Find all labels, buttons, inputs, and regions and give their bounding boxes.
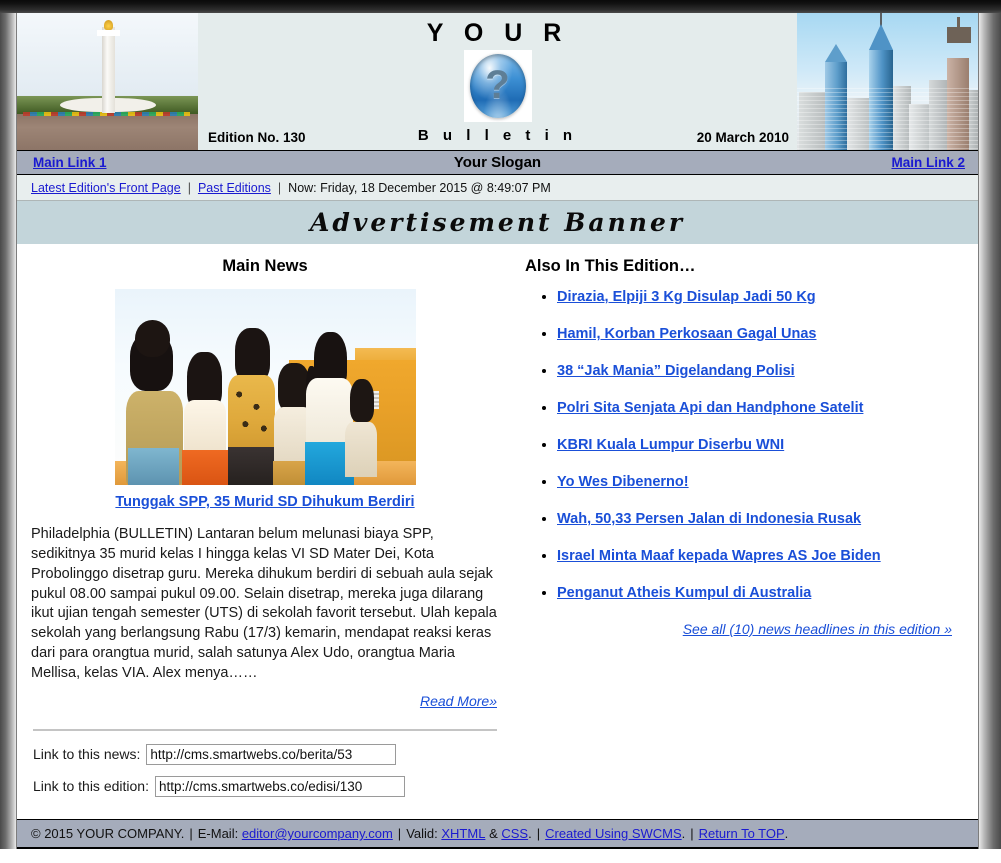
list-item: Dirazia, Elpiji 3 Kg Disulap Jadi 50 Kg xyxy=(557,288,962,306)
read-more-link[interactable]: Read More» xyxy=(420,693,497,709)
main-news-photo xyxy=(114,289,416,485)
footer-email-link[interactable]: editor@yourcompany.com xyxy=(242,826,393,841)
headline-link-7[interactable]: Wah, 50,33 Persen Jalan di Indonesia Rus… xyxy=(557,511,861,527)
footer-pipe-1: | xyxy=(189,826,193,841)
advertisement-banner[interactable]: Advertisement Banner xyxy=(17,201,978,245)
see-all-container: See all (10) news headlines in this edit… xyxy=(521,621,952,639)
headline-list: Dirazia, Elpiji 3 Kg Disulap Jadi 50 Kg H… xyxy=(521,288,962,602)
list-item: Hamil, Korban Perkosaan Gagal Unas xyxy=(557,325,962,343)
list-item: Polri Sita Senjata Api dan Handphone Sat… xyxy=(557,399,962,417)
headline-link-1[interactable]: Dirazia, Elpiji 3 Kg Disulap Jadi 50 Kg xyxy=(557,289,816,305)
headline-link-4[interactable]: Polri Sita Senjata Api dan Handphone Sat… xyxy=(557,400,863,416)
link-past-editions[interactable]: Past Editions xyxy=(198,181,271,195)
list-item: Penganut Atheis Kumpul di Australia xyxy=(557,584,962,602)
link-to-edition-input[interactable] xyxy=(154,775,405,797)
nav-main-link-1[interactable]: Main Link 1 xyxy=(33,155,107,170)
window-left-border xyxy=(0,13,16,849)
headline-link-8[interactable]: Israel Minta Maaf kepada Wapres AS Joe B… xyxy=(557,548,881,564)
footer-email-label: E-Mail: xyxy=(197,826,239,841)
masthead: Y O U R ? B u l l e t i n Edition No. 13… xyxy=(17,13,978,150)
masthead-center: Y O U R ? B u l l e t i n Edition No. 13… xyxy=(198,13,797,150)
footer-valid-label: Valid: xyxy=(406,826,438,841)
footer-dot-1: . xyxy=(528,826,532,841)
content-divider xyxy=(33,728,497,731)
site-logo: ? xyxy=(463,50,532,122)
list-item: Wah, 50,33 Persen Jalan di Indonesia Rus… xyxy=(557,510,962,528)
masthead-left-image xyxy=(17,13,198,150)
question-mark-icon: ? xyxy=(469,54,526,118)
headline-link-2[interactable]: Hamil, Korban Perkosaan Gagal Unas xyxy=(557,326,816,342)
subnav-divider-2: | xyxy=(277,180,282,195)
list-item: KBRI Kuala Lumpur Diserbu WNI xyxy=(557,436,962,454)
sub-navigation-bar: Latest Edition's Front Page | Past Editi… xyxy=(17,175,978,201)
link-to-news-input[interactable] xyxy=(146,743,397,765)
list-item: Israel Minta Maaf kepada Wapres AS Joe B… xyxy=(557,547,962,565)
footer-dot-3: . xyxy=(784,826,789,841)
main-news-column: Main News Tunggak SPP, 35 Murid SD Dihuk… xyxy=(17,253,513,808)
window-top-border xyxy=(0,0,1001,13)
footer-dot-2: . xyxy=(681,826,686,841)
also-in-edition-title: Also In This Edition… xyxy=(525,257,696,275)
link-to-news-label: Link to this news: xyxy=(33,746,141,763)
footer-pipe-3: | xyxy=(536,826,541,841)
page-container: Y O U R ? B u l l e t i n Edition No. 13… xyxy=(16,13,979,849)
headline-link-9[interactable]: Penganut Atheis Kumpul di Australia xyxy=(557,585,811,601)
masthead-right-image xyxy=(797,13,978,150)
site-slogan: Your Slogan xyxy=(453,154,542,171)
main-news-body: Philadelphia (BULLETIN) Lantaran belum m… xyxy=(31,526,497,682)
headline-link-6[interactable]: Yo Wes Dibenerno! xyxy=(557,474,689,490)
see-all-headlines-link[interactable]: See all (10) news headlines in this edit… xyxy=(683,621,952,637)
headline-link-5[interactable]: KBRI Kuala Lumpur Diserbu WNI xyxy=(557,437,784,453)
main-news-title: Main News xyxy=(222,257,308,275)
main-news-headline: Tunggak SPP, 35 Murid SD Dihukum Berdiri xyxy=(31,493,499,511)
logo-glyph: ? xyxy=(485,63,510,107)
footer-created-using-link[interactable]: Created Using SWCMS xyxy=(545,826,682,841)
advertisement-banner-text: Advertisement Banner xyxy=(309,208,686,237)
link-latest-edition-front-page[interactable]: Latest Edition's Front Page xyxy=(31,181,181,195)
window-right-border xyxy=(979,13,1001,849)
link-to-news-row: Link to this news: xyxy=(33,743,499,765)
nav-main-link-2[interactable]: Main Link 2 xyxy=(891,155,965,170)
content-area: Main News Tunggak SPP, 35 Murid SD Dihuk… xyxy=(17,245,978,808)
footer-pipe-4: | xyxy=(690,826,694,841)
site-title: Y O U R xyxy=(426,19,569,47)
edition-number: Edition No. 130 xyxy=(208,130,306,145)
main-news-headline-link[interactable]: Tunggak SPP, 35 Murid SD Dihukum Berdiri xyxy=(115,494,414,510)
footer-return-to-top-link[interactable]: Return To TOP xyxy=(699,826,785,841)
list-item: 38 “Jak Mania” Digelandang Polisi xyxy=(557,362,962,380)
also-in-edition-column: Also In This Edition… Dirazia, Elpiji 3 … xyxy=(513,253,978,808)
link-to-edition-row: Link to this edition: xyxy=(33,775,499,797)
footer-css-link[interactable]: CSS xyxy=(501,826,528,841)
footer-pipe-2: | xyxy=(397,826,402,841)
read-more-container: Read More» xyxy=(31,693,499,711)
subnav-divider-1: | xyxy=(187,180,191,195)
link-to-edition-label: Link to this edition: xyxy=(33,778,149,795)
edition-date: 20 March 2010 xyxy=(696,130,789,145)
footer-xhtml-link[interactable]: XHTML xyxy=(441,826,485,841)
list-item: Yo Wes Dibenerno! xyxy=(557,473,962,491)
current-datetime: Now: Friday, 18 December 2015 @ 8:49:07 … xyxy=(288,180,551,195)
headline-link-3[interactable]: 38 “Jak Mania” Digelandang Polisi xyxy=(557,363,795,379)
footer-copyright: © 2015 YOUR COMPANY. xyxy=(31,826,185,841)
main-navigation-bar: Main Link 1 Your Slogan Main Link 2 xyxy=(17,150,978,175)
window-bottom-border xyxy=(0,849,1001,863)
footer-ampersand: & xyxy=(489,826,498,841)
page-footer: © 2015 YOUR COMPANY. | E-Mail: editor@yo… xyxy=(17,819,978,849)
